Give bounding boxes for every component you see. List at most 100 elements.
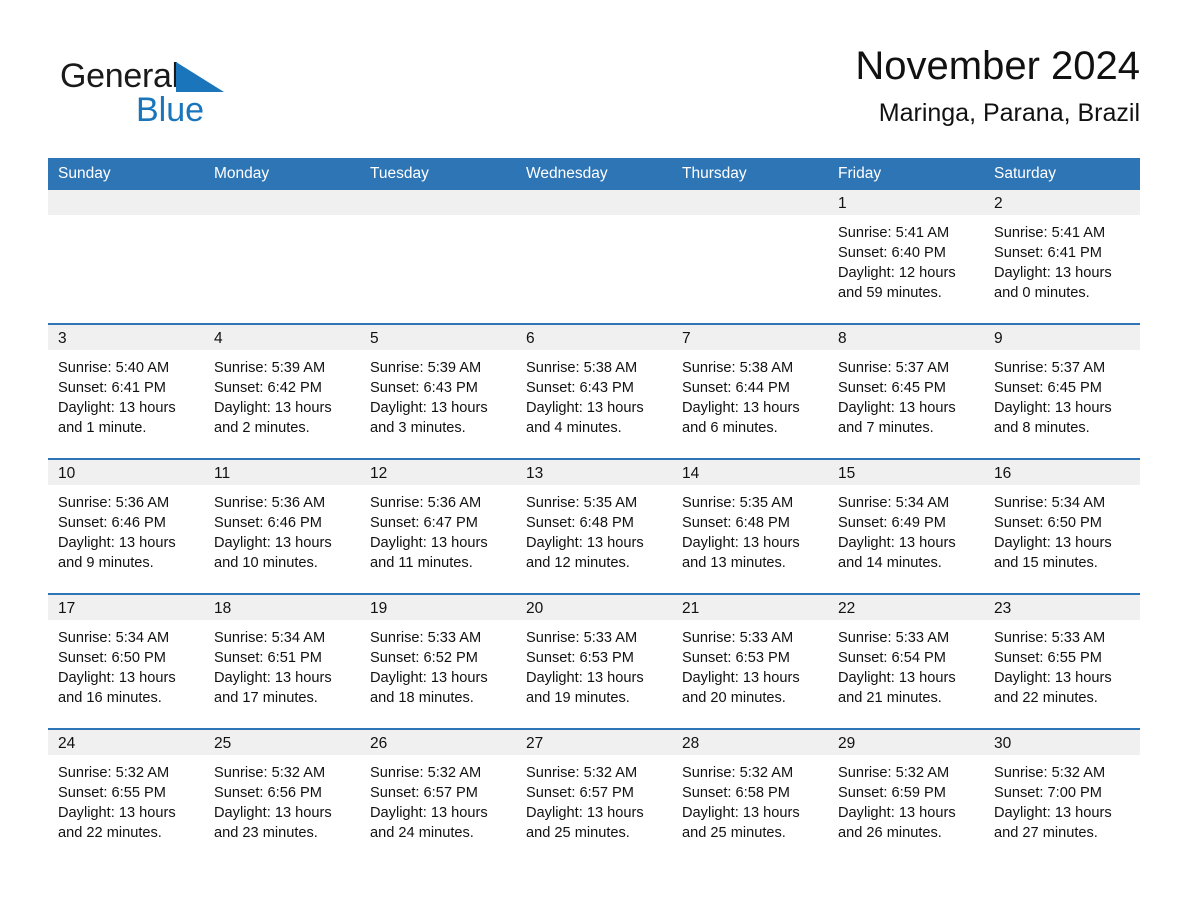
daylight-text-line2: and 13 minutes. [682,555,786,571]
day-details: Sunrise: 5:36 AM Sunset: 6:46 PM Daylight:… [204,485,360,573]
daylight-text-line2: and 7 minutes. [838,420,934,436]
calendar-day-cell[interactable]: 5 Sunrise: 5:39 AM Sunset: 6:43 PM Daylight… [360,323,516,459]
calendar-day-cell[interactable]: 7 Sunrise: 5:38 AM Sunset: 6:44 PM Daylight… [672,323,828,459]
day-cell-inner: 6 Sunrise: 5:38 AM Sunset: 6:43 PM Daylight… [516,325,672,458]
sunrise-text: Sunrise: 5:41 AM [838,225,950,241]
daylight-text-line1: Daylight: 13 hours [682,670,800,686]
sunset-text: Sunset: 6:43 PM [526,380,634,396]
calendar-day-cell[interactable]: 24 Sunrise: 5:32 AM Sunset: 6:55 PM Dayligh… [48,728,204,863]
sunrise-text: Sunrise: 5:34 AM [214,630,326,646]
day-number: 13 [516,460,672,485]
calendar-day-cell[interactable]: 28 Sunrise: 5:32 AM Sunset: 6:58 PM Dayligh… [672,728,828,863]
calendar-page: General Blue November 2024 Maringa, Para… [0,0,1188,918]
day-number: 17 [48,595,204,620]
day-number: 21 [672,595,828,620]
day-details: Sunrise: 5:32 AM Sunset: 6:55 PM Daylight:… [48,755,204,843]
sunset-text: Sunset: 6:43 PM [370,380,478,396]
calendar-day-cell[interactable]: 17 Sunrise: 5:34 AM Sunset: 6:50 PM Dayligh… [48,593,204,729]
daylight-text-line1: Daylight: 13 hours [682,535,800,551]
calendar-day-cell[interactable]: 11 Sunrise: 5:36 AM Sunset: 6:46 PM Dayligh… [204,458,360,594]
calendar-day-cell[interactable]: 30 Sunrise: 5:32 AM Sunset: 7:00 PM Dayligh… [984,728,1140,863]
daylight-text-line2: and 23 minutes. [214,825,318,841]
sunrise-text: Sunrise: 5:41 AM [994,225,1106,241]
day-details: Sunrise: 5:39 AM Sunset: 6:43 PM Daylight:… [360,350,516,438]
day-cell-inner: 25 Sunrise: 5:32 AM Sunset: 6:56 PM Dayligh… [204,730,360,863]
calendar-week-row: 1 Sunrise: 5:41 AM Sunset: 6:40 PM Daylight… [48,190,1140,324]
sunset-text: Sunset: 6:41 PM [994,245,1102,261]
day-number: 12 [360,460,516,485]
day-cell-inner: 2 Sunrise: 5:41 AM Sunset: 6:41 PM Daylight… [984,190,1140,323]
day-details: Sunrise: 5:38 AM Sunset: 6:43 PM Daylight:… [516,350,672,438]
day-details: Sunrise: 5:35 AM Sunset: 6:48 PM Daylight:… [516,485,672,573]
daylight-text-line2: and 25 minutes. [526,825,630,841]
daylight-text-line2: and 1 minute. [58,420,147,436]
calendar-week-row: 24 Sunrise: 5:32 AM Sunset: 6:55 PM Dayligh… [48,728,1140,863]
sunrise-text: Sunrise: 5:36 AM [214,495,326,511]
calendar-day-cell[interactable]: 9 Sunrise: 5:37 AM Sunset: 6:45 PM Daylight… [984,323,1140,459]
brand-logo-top-line: General [60,56,390,96]
daylight-text-line2: and 27 minutes. [994,825,1098,841]
day-cell-inner: 16 Sunrise: 5:34 AM Sunset: 6:50 PM Dayligh… [984,460,1140,593]
weekday-header-wednesday: Wednesday [516,158,672,190]
day-details: Sunrise: 5:33 AM Sunset: 6:52 PM Daylight:… [360,620,516,708]
sunset-text: Sunset: 6:50 PM [58,650,166,666]
calendar-day-cell[interactable]: 18 Sunrise: 5:34 AM Sunset: 6:51 PM Dayligh… [204,593,360,729]
sunset-text: Sunset: 6:56 PM [214,785,322,801]
sunrise-text: Sunrise: 5:32 AM [838,765,950,781]
daylight-text-line1: Daylight: 13 hours [58,805,176,821]
daylight-text-line1: Daylight: 13 hours [682,400,800,416]
calendar-day-cell[interactable]: 10 Sunrise: 5:36 AM Sunset: 6:46 PM Dayligh… [48,458,204,594]
daylight-text-line2: and 6 minutes. [682,420,778,436]
calendar-day-cell[interactable]: 6 Sunrise: 5:38 AM Sunset: 6:43 PM Daylight… [516,323,672,459]
day-number: 20 [516,595,672,620]
daylight-text-line1: Daylight: 13 hours [994,535,1112,551]
calendar-day-cell[interactable]: 21 Sunrise: 5:33 AM Sunset: 6:53 PM Dayligh… [672,593,828,729]
calendar-day-cell[interactable]: 26 Sunrise: 5:32 AM Sunset: 6:57 PM Dayligh… [360,728,516,863]
daylight-text-line1: Daylight: 13 hours [994,805,1112,821]
sunrise-text: Sunrise: 5:34 AM [994,495,1106,511]
day-cell-inner: 17 Sunrise: 5:34 AM Sunset: 6:50 PM Dayligh… [48,595,204,728]
daylight-text-line1: Daylight: 13 hours [838,400,956,416]
daylight-text-line2: and 21 minutes. [838,690,942,706]
day-number: 23 [984,595,1140,620]
calendar-day-cell[interactable]: 25 Sunrise: 5:32 AM Sunset: 6:56 PM Dayligh… [204,728,360,863]
calendar-day-cell[interactable]: 2 Sunrise: 5:41 AM Sunset: 6:41 PM Daylight… [984,190,1140,324]
weekday-header-saturday: Saturday [984,158,1140,190]
daylight-text-line2: and 8 minutes. [994,420,1090,436]
sunset-text: Sunset: 6:40 PM [838,245,946,261]
day-number: 29 [828,730,984,755]
sunrise-text: Sunrise: 5:32 AM [526,765,638,781]
daylight-text-line1: Daylight: 13 hours [838,535,956,551]
calendar-day-cell[interactable]: 19 Sunrise: 5:33 AM Sunset: 6:52 PM Dayligh… [360,593,516,729]
page-subtitle: Maringa, Parana, Brazil [878,99,1140,127]
calendar-day-cell[interactable]: 22 Sunrise: 5:33 AM Sunset: 6:54 PM Dayligh… [828,593,984,729]
day-details: Sunrise: 5:32 AM Sunset: 6:57 PM Daylight:… [516,755,672,843]
calendar-day-cell[interactable]: 15 Sunrise: 5:34 AM Sunset: 6:49 PM Dayligh… [828,458,984,594]
day-number: 18 [204,595,360,620]
sunset-text: Sunset: 6:55 PM [994,650,1102,666]
calendar-day-cell[interactable]: 29 Sunrise: 5:32 AM Sunset: 6:59 PM Dayligh… [828,728,984,863]
calendar-day-cell[interactable]: 1 Sunrise: 5:41 AM Sunset: 6:40 PM Daylight… [828,190,984,324]
day-number: 26 [360,730,516,755]
daylight-text-line2: and 19 minutes. [526,690,630,706]
calendar-day-cell[interactable]: 16 Sunrise: 5:34 AM Sunset: 6:50 PM Dayligh… [984,458,1140,594]
sunset-text: Sunset: 6:47 PM [370,515,478,531]
calendar-day-cell[interactable]: 8 Sunrise: 5:37 AM Sunset: 6:45 PM Daylight… [828,323,984,459]
calendar-day-cell[interactable]: 20 Sunrise: 5:33 AM Sunset: 6:53 PM Dayligh… [516,593,672,729]
day-details: Sunrise: 5:33 AM Sunset: 6:54 PM Daylight:… [828,620,984,708]
calendar-week-row: 3 Sunrise: 5:40 AM Sunset: 6:41 PM Daylight… [48,323,1140,459]
sunrise-text: Sunrise: 5:32 AM [370,765,482,781]
weekday-header-thursday: Thursday [672,158,828,190]
calendar-day-cell[interactable]: 4 Sunrise: 5:39 AM Sunset: 6:42 PM Daylight… [204,323,360,459]
calendar-day-cell[interactable]: 14 Sunrise: 5:35 AM Sunset: 6:48 PM Dayligh… [672,458,828,594]
sunset-text: Sunset: 6:46 PM [214,515,322,531]
calendar-day-cell[interactable]: 27 Sunrise: 5:32 AM Sunset: 6:57 PM Dayligh… [516,728,672,863]
calendar-day-cell[interactable]: 23 Sunrise: 5:33 AM Sunset: 6:55 PM Dayligh… [984,593,1140,729]
calendar-day-cell[interactable]: 3 Sunrise: 5:40 AM Sunset: 6:41 PM Daylight… [48,323,204,459]
calendar-day-cell[interactable]: 13 Sunrise: 5:35 AM Sunset: 6:48 PM Dayligh… [516,458,672,594]
sunset-text: Sunset: 6:41 PM [58,380,166,396]
day-number: 19 [360,595,516,620]
calendar-day-cell[interactable]: 12 Sunrise: 5:36 AM Sunset: 6:47 PM Dayligh… [360,458,516,594]
day-cell-inner: 12 Sunrise: 5:36 AM Sunset: 6:47 PM Dayligh… [360,460,516,593]
day-number: 7 [672,325,828,350]
